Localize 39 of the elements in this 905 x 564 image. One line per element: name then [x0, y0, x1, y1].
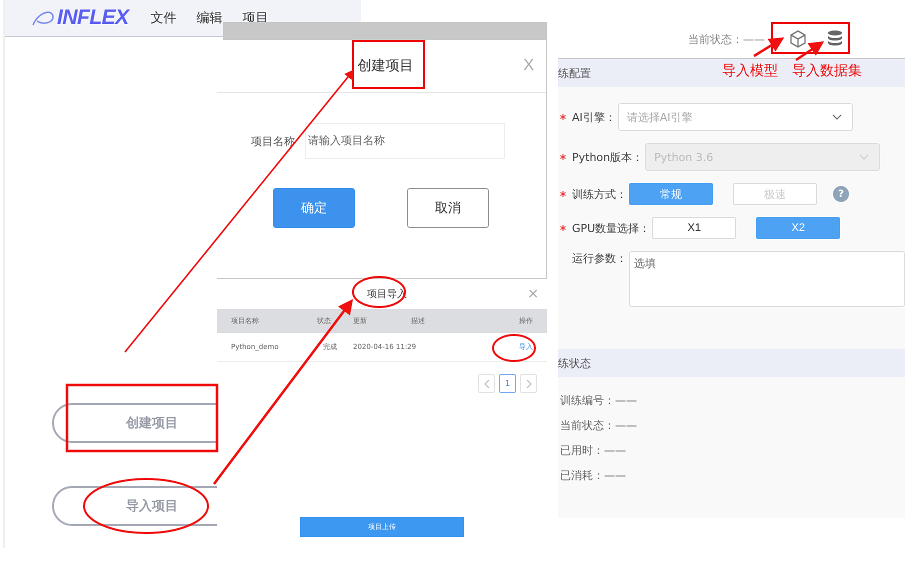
close-icon[interactable]: × [527, 286, 539, 302]
highlight-ellipse [492, 334, 536, 362]
annotation-label: 导入模型 [722, 62, 778, 80]
help-icon[interactable]: ? [833, 186, 849, 202]
section-title: 练状态 [558, 356, 591, 370]
cancel-button[interactable]: 取消 [407, 188, 489, 228]
status-item: 已消耗：—— [560, 468, 627, 483]
section-title: 练配置 [558, 66, 591, 80]
select-field[interactable]: 请选择AI引擎 [618, 103, 853, 131]
status-item: 训练编号：—— [560, 393, 638, 408]
field-label: Python版本： [572, 150, 644, 164]
database-icon[interactable] [827, 30, 843, 48]
parameters-field[interactable]: 选填 [629, 251, 905, 307]
option-button[interactable]: X1 [652, 217, 736, 239]
status-item: 已用时：—— [560, 443, 627, 458]
field-label: 运行参数： [572, 251, 627, 266]
field-label: 项目名称 [251, 134, 295, 148]
status-text: 当前状态：—— [688, 32, 765, 46]
menu-item[interactable]: 编辑 [196, 9, 223, 27]
annotation-arrow [795, 41, 824, 62]
chevron-down-icon [859, 154, 870, 160]
cube-icon[interactable] [789, 30, 807, 48]
chevron-down-icon [832, 114, 842, 120]
confirm-button[interactable]: 确定 [273, 188, 355, 228]
dialog-title: 创建项目 [358, 57, 414, 75]
option-button[interactable]: 常规 [629, 183, 713, 205]
status-item: 当前状态：—— [560, 418, 638, 433]
menu-item[interactable]: 文件 [150, 9, 177, 27]
highlight-ellipse [352, 276, 406, 308]
field-label: AI引擎： [572, 110, 616, 124]
field-label: 训练方式： [572, 186, 627, 202]
field-label: GPU数量选择： [572, 220, 650, 236]
annotation-label: 导入数据集 [792, 62, 862, 80]
project-name-field[interactable]: 请输入项目名称 [305, 123, 505, 159]
close-icon[interactable]: X [523, 57, 534, 75]
app-logo: INFLEX [57, 6, 129, 30]
option-button[interactable]: X2 [756, 217, 840, 239]
annotation-arrow [753, 37, 784, 58]
page-button[interactable]: 1 [499, 374, 516, 393]
